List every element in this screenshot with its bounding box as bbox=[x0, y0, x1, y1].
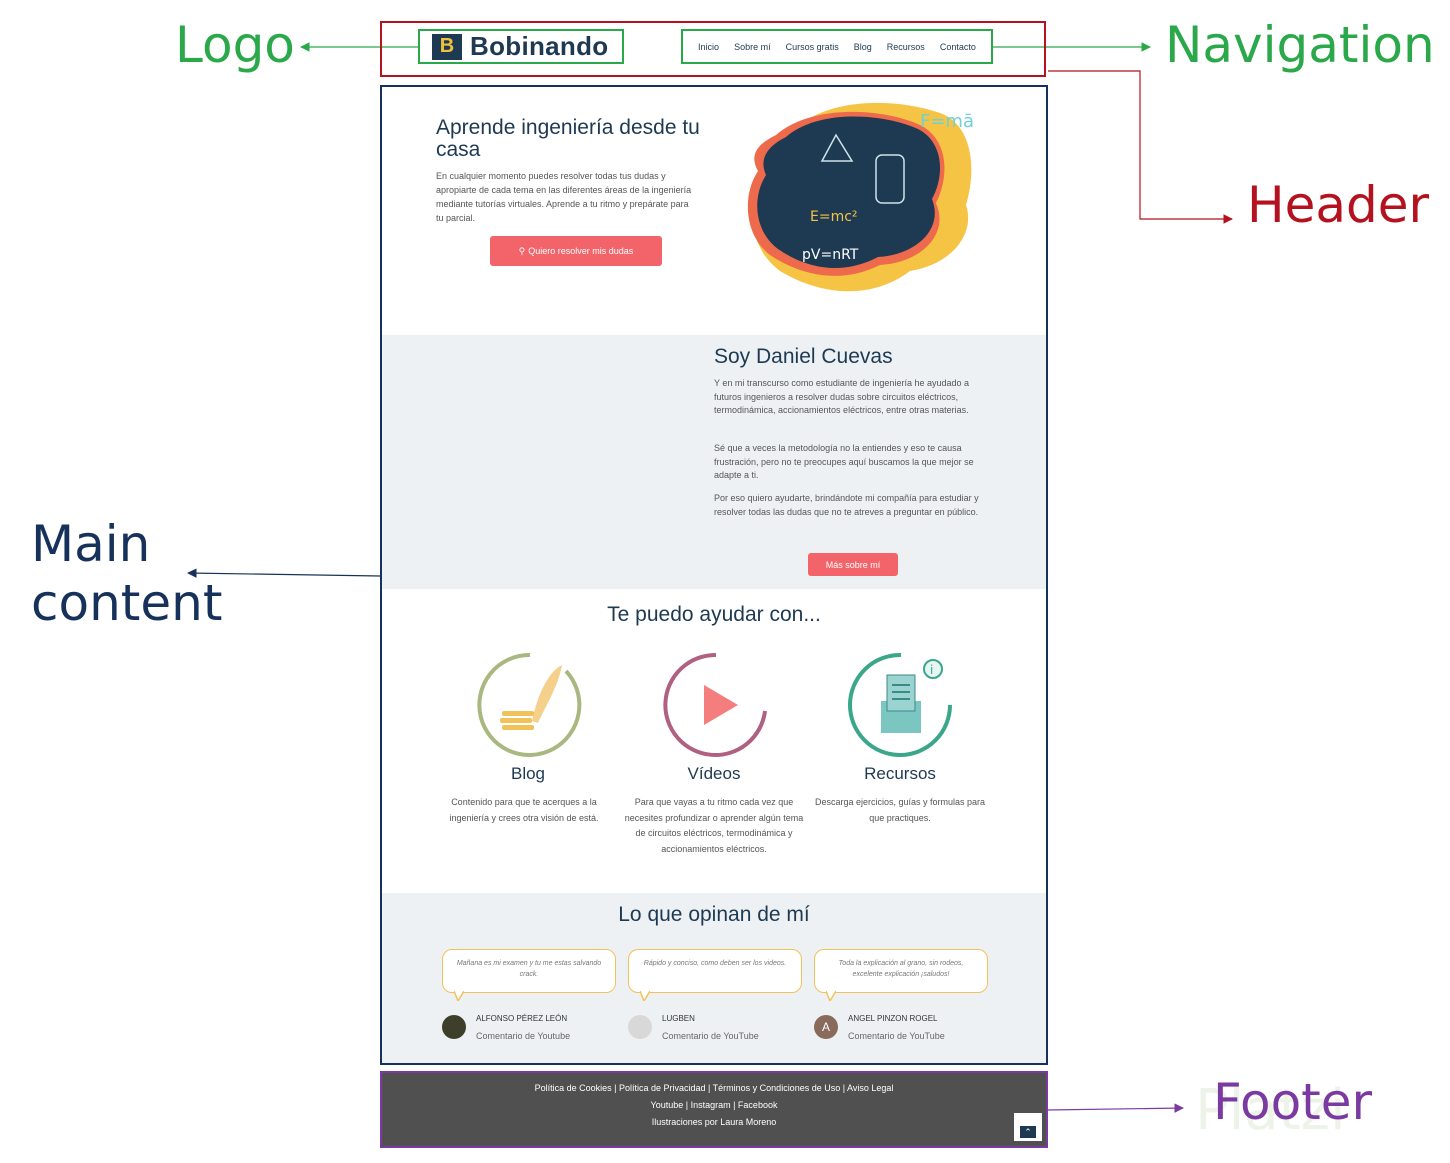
reviewer-source-1: Comentario de Youtube bbox=[476, 1031, 571, 1041]
services-title: Te puedo ayudar con... bbox=[607, 603, 821, 626]
reviewer-source-2: Comentario de YouTube bbox=[662, 1031, 759, 1041]
service-resources-desc: Descarga ejercicios, guías y formulas pa… bbox=[814, 797, 986, 823]
about-more-button[interactable]: Más sobre mí bbox=[808, 553, 898, 576]
reviewer-name-1: ALFONSO PÉREZ LEÓN bbox=[476, 1014, 568, 1023]
avatar bbox=[442, 1015, 466, 1039]
scroll-top-button[interactable]: ⌃ bbox=[1014, 1113, 1042, 1141]
testimonial-quote-1: Mañana es mi examen y tu me estas salvan… bbox=[442, 949, 616, 993]
hero-cta-label: Quiero resolver mis dudas bbox=[528, 246, 634, 256]
logo[interactable]: B Bobinando bbox=[418, 29, 624, 64]
footer-social-links[interactable]: Youtube | Instagram | Facebook bbox=[382, 1100, 1046, 1110]
svg-text:i: i bbox=[930, 663, 933, 677]
avatar bbox=[628, 1015, 652, 1039]
testimonials-title: Lo que opinan de mí bbox=[618, 903, 810, 926]
service-resources-title: Recursos bbox=[864, 764, 936, 783]
main-callout-line1: Main bbox=[31, 515, 151, 573]
header-arrow bbox=[1048, 70, 1233, 224]
nav-sobre-mi[interactable]: Sobre mí bbox=[734, 42, 771, 52]
about-paragraph-3: Por eso quiero ayudarte, brindándote mi … bbox=[714, 493, 979, 517]
speech-tail-icon bbox=[826, 991, 836, 1001]
avatar: A bbox=[814, 1015, 838, 1039]
formula-gas-law: pV=nRT bbox=[802, 247, 859, 263]
header-callout: Header bbox=[1247, 176, 1430, 234]
logo-mark-icon: B bbox=[432, 33, 462, 60]
service-videos-title: Vídeos bbox=[687, 764, 741, 783]
testimonials-section: Lo que opinan de mí Mañana es mi examen … bbox=[382, 893, 1046, 1063]
service-videos-desc: Para que vayas a tu ritmo cada vez que n… bbox=[624, 797, 804, 854]
chevron-up-icon: ⌃ bbox=[1020, 1126, 1036, 1138]
footer-legal-links[interactable]: Política de Cookies | Política de Privac… bbox=[382, 1083, 1046, 1093]
speech-tail-icon bbox=[454, 991, 464, 1001]
about-title: Soy Daniel Cuevas bbox=[714, 345, 893, 368]
hero-cta-button[interactable]: ⚲ Quiero resolver mis dudas bbox=[490, 236, 662, 266]
logo-callout: Logo bbox=[175, 16, 295, 74]
footer-callout: Footer bbox=[1213, 1073, 1373, 1131]
illustration-navy-blob bbox=[757, 116, 941, 269]
pin-icon: ⚲ bbox=[518, 245, 526, 256]
main-content: Aprende ingeniería desde tu casa En cual… bbox=[380, 85, 1048, 1065]
hero-illustration: F=mā E=mc² pV=nRT bbox=[747, 102, 974, 292]
about-paragraph-2: Sé que a veces la metodología no la enti… bbox=[714, 443, 974, 480]
reviewer-name-3: ANGEL PINZON ROGEL bbox=[848, 1014, 938, 1023]
nav-blog[interactable]: Blog bbox=[854, 42, 872, 52]
main-callout-line2: content bbox=[31, 574, 223, 632]
formula-energy: E=mc² bbox=[810, 209, 858, 225]
reviewer-source-3: Comentario de YouTube bbox=[848, 1031, 945, 1041]
nav-inicio[interactable]: Inicio bbox=[698, 42, 719, 52]
reviewer-name-2: LUGBEN bbox=[662, 1014, 695, 1023]
service-blog-title: Blog bbox=[510, 764, 546, 783]
testimonial-quote-3: Toda la explicación al grano, sin rodeos… bbox=[814, 949, 988, 993]
service-resources-box-icon: i bbox=[848, 652, 952, 757]
hero-text: En cualquier momento puedes resolver tod… bbox=[436, 171, 692, 223]
navigation-callout: Navigation bbox=[1165, 16, 1435, 74]
service-blog-desc: Contenido para que te acerques a la inge… bbox=[449, 797, 599, 823]
nav-cursos-gratis[interactable]: Cursos gratis bbox=[786, 42, 839, 52]
formula-force: F=mā bbox=[920, 111, 974, 132]
navigation: Inicio Sobre mí Cursos gratis Blog Recur… bbox=[681, 29, 993, 64]
about-section: Soy Daniel Cuevas Y en mi transcurso com… bbox=[382, 335, 1046, 589]
service-blog-quill-icon bbox=[477, 652, 582, 757]
footer: Política de Cookies | Política de Privac… bbox=[380, 1071, 1048, 1148]
footer-credits: Ilustraciones por Laura Moreno bbox=[651, 1117, 777, 1127]
nav-recursos[interactable]: Recursos bbox=[887, 42, 925, 52]
about-paragraph-1: Y en mi transcurso como estudiante de in… bbox=[714, 378, 969, 415]
footer-arrow bbox=[1047, 1103, 1184, 1113]
logo-text: Bobinando bbox=[470, 31, 609, 61]
testimonial-quote-2: Rápido y conciso, como deben ser los vid… bbox=[628, 949, 802, 993]
service-videos-play-icon bbox=[663, 652, 767, 757]
hero-title: Aprende ingeniería desde tu casa bbox=[436, 116, 700, 161]
nav-contacto[interactable]: Contacto bbox=[940, 42, 976, 52]
speech-tail-icon bbox=[640, 991, 650, 1001]
